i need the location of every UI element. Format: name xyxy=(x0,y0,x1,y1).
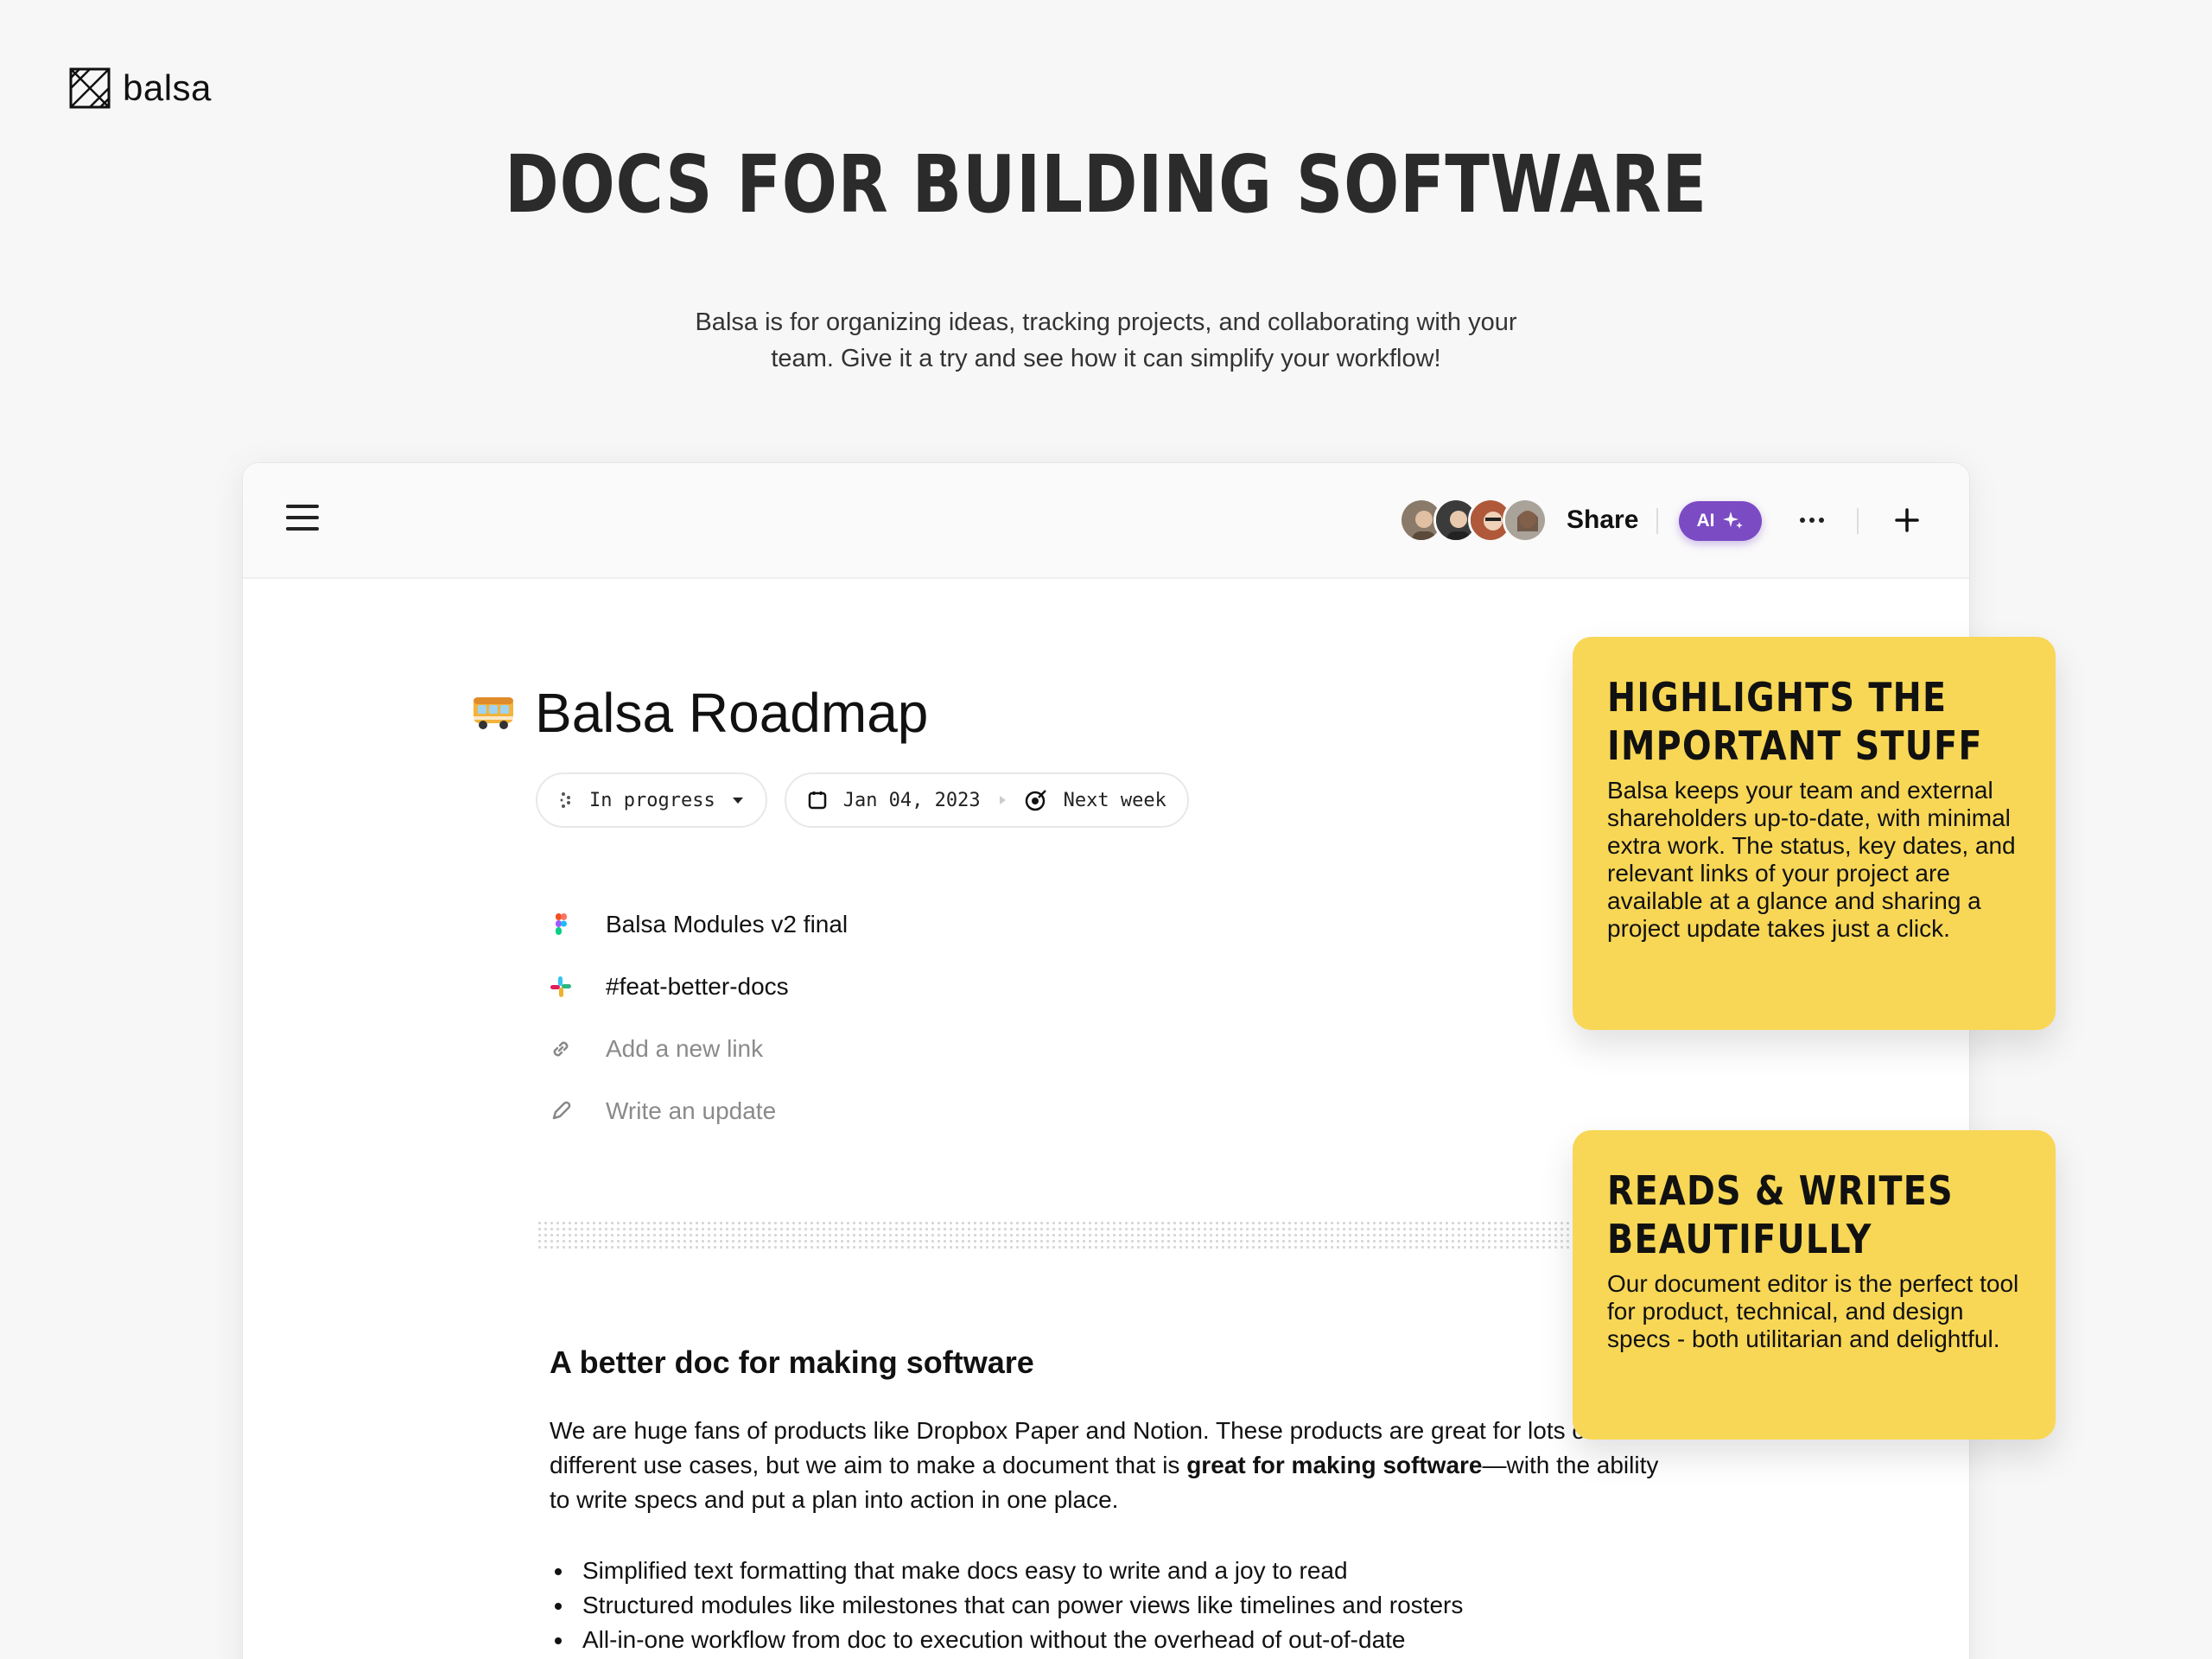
toolbar-divider xyxy=(1656,508,1658,534)
ellipsis-icon xyxy=(1819,518,1824,523)
paragraph-bold-text: great for making software xyxy=(1186,1452,1483,1478)
date-range-pill[interactable]: Jan 04, 2023 Next week xyxy=(784,772,1189,828)
doc-title-text: Balsa Roadmap xyxy=(535,682,929,744)
card-body: Balsa keeps your team and external share… xyxy=(1607,777,2016,942)
status-dots-icon xyxy=(560,792,570,808)
plus-icon[interactable] xyxy=(1890,503,1924,537)
brand-logo[interactable]: balsa xyxy=(69,67,212,109)
feature-card-highlights: HIGHLIGHTS THE IMPORTANT STUFF Balsa kee… xyxy=(1573,637,2056,1030)
card-title-line: READS & WRITES xyxy=(1607,1167,1954,1214)
avatar[interactable] xyxy=(1503,498,1548,543)
bus-icon xyxy=(474,697,513,729)
bullet-list: Simplified text formatting that make doc… xyxy=(550,1554,1673,1657)
status-value: In progress xyxy=(589,789,715,811)
editor-toolbar: Share AI xyxy=(243,463,1969,579)
doc-title[interactable]: Balsa Roadmap xyxy=(471,681,928,745)
list-item: Structured modules like milestones that … xyxy=(550,1588,1673,1623)
hamburger-icon xyxy=(286,527,319,531)
hero-headline: DOCS FOR BUILDING SOFTWARE xyxy=(505,138,1707,231)
list-item: All-in-one workflow from doc to executio… xyxy=(550,1623,1673,1657)
ellipsis-icon xyxy=(1809,518,1815,523)
hero-subtitle-line: Balsa is for organizing ideas, tracking … xyxy=(695,308,1517,336)
hamburger-icon xyxy=(286,516,319,519)
ai-label: AI xyxy=(1696,511,1715,531)
arrow-right-icon xyxy=(999,796,1006,804)
link-item[interactable]: Balsa Modules v2 final xyxy=(549,893,848,956)
body-paragraph: We are huge fans of products like Dropbo… xyxy=(550,1414,1673,1517)
add-link-label: Add a new link xyxy=(606,1035,764,1062)
section-heading: A better doc for making software xyxy=(550,1344,1034,1380)
target-icon xyxy=(1025,790,1046,811)
figma-icon xyxy=(556,913,567,935)
ai-button[interactable]: AI xyxy=(1679,501,1762,541)
due-date: Next week xyxy=(1063,789,1166,811)
doc-links: Balsa Modules v2 final #feat-better-docs… xyxy=(549,893,848,1142)
collaborator-avatars[interactable] xyxy=(1399,498,1548,543)
card-title: HIGHLIGHTS THE IMPORTANT STUFF xyxy=(1607,673,2024,770)
card-body: Our document editor is the perfect tool … xyxy=(1607,1270,2019,1352)
link-icon xyxy=(553,1041,569,1057)
toolbar-divider xyxy=(1857,508,1859,534)
list-item: Simplified text formatting that make doc… xyxy=(550,1554,1673,1588)
link-item[interactable]: #feat-better-docs xyxy=(549,956,848,1018)
hamburger-icon xyxy=(286,505,319,508)
add-link-item[interactable]: Add a new link xyxy=(549,1018,848,1080)
slack-icon xyxy=(550,976,571,997)
card-title-line: BEAUTIFULLY xyxy=(1607,1216,1872,1262)
start-date: Jan 04, 2023 xyxy=(842,789,981,811)
hero-subtitle-line: team. Give it a try and see how it can s… xyxy=(771,345,1441,372)
pencil-icon xyxy=(552,1101,571,1120)
status-pill[interactable]: In progress xyxy=(536,772,767,828)
feature-card-editor: READS & WRITES BEAUTIFULLY Our document … xyxy=(1573,1130,2056,1440)
share-button[interactable]: Share xyxy=(1567,501,1638,539)
landing-page: balsa DOCS FOR BUILDING SOFTWARE Balsa i… xyxy=(0,0,2212,1659)
card-title-line: IMPORTANT STUFF xyxy=(1607,722,1983,769)
sparkle-icon xyxy=(1722,512,1743,529)
doc-properties: In progress Jan 04, 2023 Next week xyxy=(536,772,1189,828)
write-update-item[interactable]: Write an update xyxy=(549,1080,848,1142)
more-options-button[interactable] xyxy=(1795,501,1829,539)
card-title-line: HIGHLIGHTS THE xyxy=(1607,674,1948,721)
link-label: #feat-better-docs xyxy=(606,973,789,1000)
card-title: READS & WRITES BEAUTIFULLY xyxy=(1607,1166,2024,1263)
brand-name: balsa xyxy=(123,67,212,108)
balsa-logo-icon xyxy=(69,67,111,109)
write-update-label: Write an update xyxy=(606,1097,777,1124)
hero-subtitle: Balsa is for organizing ideas, tracking … xyxy=(631,304,1581,377)
calendar-icon xyxy=(808,791,826,810)
ellipsis-icon xyxy=(1800,518,1805,523)
menu-button[interactable] xyxy=(286,505,319,536)
link-label: Balsa Modules v2 final xyxy=(606,911,849,938)
caret-down-icon xyxy=(732,798,743,804)
